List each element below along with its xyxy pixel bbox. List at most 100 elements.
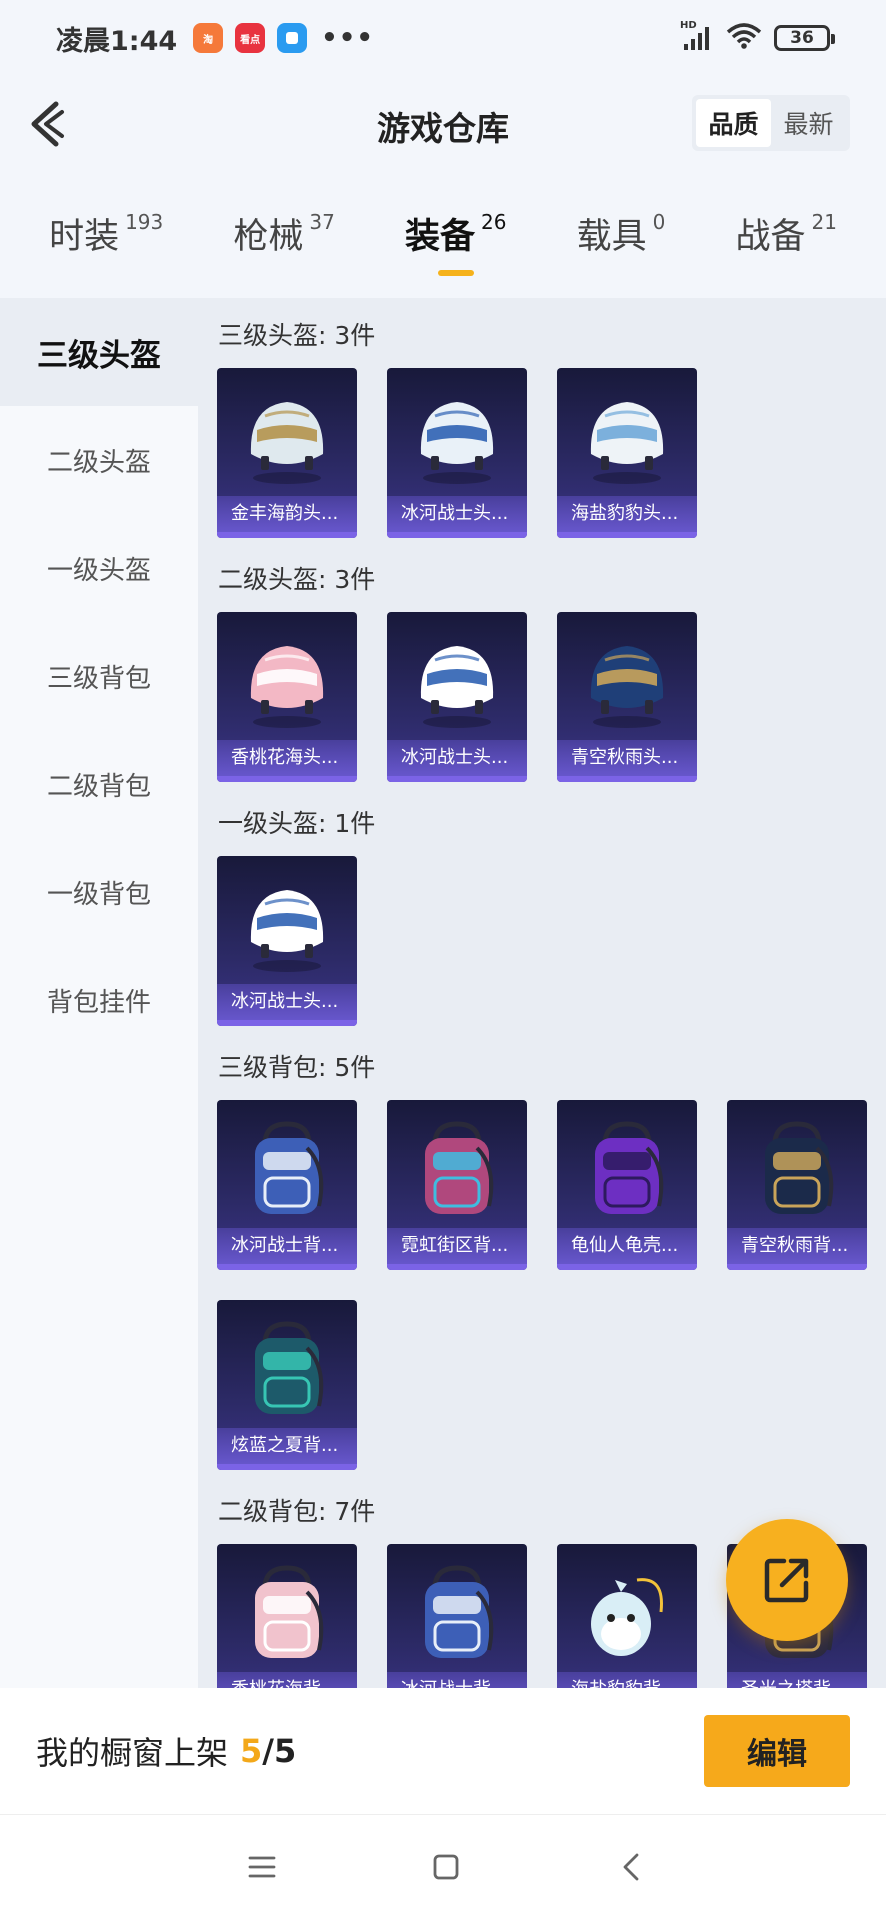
- system-back-icon[interactable]: [612, 1847, 652, 1887]
- item-card[interactable]: 青空秋雨背...: [727, 1100, 867, 1270]
- showcase-current-count: 5: [240, 1732, 263, 1770]
- item-rarity-bar: [557, 776, 697, 782]
- item-name: 冰河战士头...: [387, 496, 527, 532]
- item-card[interactable]: 青空秋雨头...: [557, 612, 697, 782]
- sidebar-item-level3-backpack[interactable]: 三级背包: [0, 622, 198, 730]
- item-card[interactable]: 冰河战士头...: [387, 368, 527, 538]
- item-card[interactable]: 冰河战士背...: [217, 1100, 357, 1270]
- tab-vehicles[interactable]: 载具 0: [577, 198, 666, 288]
- item-rarity-bar: [387, 532, 527, 538]
- helmet-image: [235, 386, 339, 490]
- item-card[interactable]: 炫蓝之夏背...: [217, 1300, 357, 1470]
- backpack-image: [745, 1118, 849, 1222]
- tab-label: 时装: [49, 217, 120, 257]
- signal-icon: HD: [680, 20, 714, 52]
- sidebar-item-level1-backpack[interactable]: 一级背包: [0, 838, 198, 946]
- sidebar-item-level1-helmet[interactable]: 一级头盔: [0, 514, 198, 622]
- item-name: 香桃花海头...: [217, 740, 357, 776]
- section-title: 三级背包: 5件: [218, 1053, 376, 1082]
- page-header: 游戏仓库 品质 最新: [0, 88, 886, 160]
- category-tabs: 时装 193 枪械 37 装备 26 载具 0 战备 21: [0, 198, 886, 288]
- section-title: 一级头盔: 1件: [218, 809, 376, 838]
- showcase-count: 5/5: [240, 1732, 296, 1770]
- section-title: 三级头盔: 3件: [218, 321, 376, 350]
- status-bar: 凌晨1:44 淘 看点 ••• HD 36: [0, 0, 886, 76]
- tab-equipment[interactable]: 装备 26: [405, 198, 506, 288]
- item-card[interactable]: 冰河战士背...: [387, 1544, 527, 1688]
- showcase-total-count: 5: [273, 1732, 297, 1770]
- showcase-bar: 我的橱窗上架 5/5 编辑: [0, 1688, 886, 1814]
- sort-toggle: 品质 最新: [692, 95, 850, 151]
- item-card[interactable]: 香桃花海背...: [217, 1544, 357, 1688]
- item-rarity-bar: [217, 1464, 357, 1470]
- sidebar-item-level3-helmet[interactable]: 三级头盔: [0, 298, 198, 406]
- system-navigation-bar: [0, 1814, 886, 1920]
- section-title: 二级背包: 7件: [218, 1497, 376, 1526]
- tab-fashion[interactable]: 时装 193: [49, 198, 163, 288]
- item-name: 冰河战士头...: [387, 740, 527, 776]
- backpack-image: [575, 1118, 679, 1222]
- item-rarity-bar: [217, 1264, 357, 1270]
- item-card[interactable]: 霓虹街区背...: [387, 1100, 527, 1270]
- tab-count: 26: [481, 210, 507, 234]
- item-name: 炫蓝之夏背...: [217, 1428, 357, 1464]
- subcategory-sidebar: 三级头盔 二级头盔 一级头盔 三级背包 二级背包 一级背包 背包挂件: [0, 298, 198, 1688]
- item-name: 冰河战士头...: [217, 984, 357, 1020]
- item-rarity-bar: [387, 776, 527, 782]
- battery-level: 36: [790, 28, 814, 48]
- menu-icon[interactable]: [242, 1847, 282, 1887]
- active-tab-indicator: [437, 270, 474, 276]
- edit-button[interactable]: 编辑: [704, 1715, 850, 1787]
- item-card[interactable]: 海盐豹豹头...: [557, 368, 697, 538]
- tab-label: 枪械: [233, 217, 304, 257]
- battery-icon: 36: [774, 25, 835, 51]
- item-name: 冰河战士背...: [387, 1672, 527, 1688]
- helmet-image: [575, 630, 679, 734]
- more-notifications-icon: •••: [321, 23, 375, 53]
- sidebar-item-backpack-pendant[interactable]: 背包挂件: [0, 946, 198, 1054]
- sidebar-item-level2-helmet[interactable]: 二级头盔: [0, 406, 198, 514]
- backpack-image: [235, 1562, 339, 1666]
- item-card[interactable]: 海盐豹豹背...: [557, 1544, 697, 1688]
- tab-count: 193: [125, 210, 164, 234]
- tab-label: 载具: [576, 217, 647, 257]
- item-rarity-bar: [217, 776, 357, 782]
- tab-count: 37: [309, 210, 335, 234]
- item-name: 海盐豹豹背...: [557, 1672, 697, 1688]
- item-card[interactable]: 金丰海韵头...: [217, 368, 357, 538]
- tab-combat-supplies[interactable]: 战备 21: [735, 198, 836, 288]
- sort-by-newest-button[interactable]: 最新: [771, 99, 846, 147]
- item-card[interactable]: 冰河战士头...: [217, 856, 357, 1026]
- item-rarity-bar: [217, 532, 357, 538]
- status-notification-icons: 淘 看点: [193, 23, 308, 53]
- sidebar-item-level2-backpack[interactable]: 二级背包: [0, 730, 198, 838]
- sort-by-quality-button[interactable]: 品质: [696, 99, 771, 147]
- item-card[interactable]: 冰河战士头...: [387, 612, 527, 782]
- tab-count: 0: [652, 210, 666, 234]
- wifi-icon: [726, 22, 762, 54]
- home-icon[interactable]: [426, 1847, 466, 1887]
- tab-label: 战备: [735, 217, 806, 257]
- helmet-image: [235, 874, 339, 978]
- item-name: 霓虹街区背...: [387, 1228, 527, 1264]
- helmet-image: [235, 630, 339, 734]
- item-name: 金丰海韵头...: [217, 496, 357, 532]
- network-type-label: HD: [680, 20, 697, 31]
- backpack-image: [235, 1118, 339, 1222]
- section-title: 二级头盔: 3件: [218, 565, 376, 594]
- helmet-image: [405, 386, 509, 490]
- plush-backpack-image: [575, 1562, 679, 1666]
- tab-firearms[interactable]: 枪械 37: [233, 198, 334, 288]
- item-name: 龟仙人龟壳...: [557, 1228, 697, 1264]
- share-button[interactable]: [726, 1519, 848, 1641]
- backpack-image: [405, 1562, 509, 1666]
- item-card[interactable]: 龟仙人龟壳...: [557, 1100, 697, 1270]
- item-rarity-bar: [387, 1264, 527, 1270]
- item-card[interactable]: 香桃花海头...: [217, 612, 357, 782]
- showcase-separator: /: [262, 1732, 274, 1770]
- news-app-icon: 看点: [235, 23, 266, 53]
- item-name: 香桃花海背...: [217, 1672, 357, 1688]
- item-rarity-bar: [557, 1264, 697, 1270]
- status-time: 凌晨1:44: [56, 25, 178, 57]
- helmet-image: [405, 630, 509, 734]
